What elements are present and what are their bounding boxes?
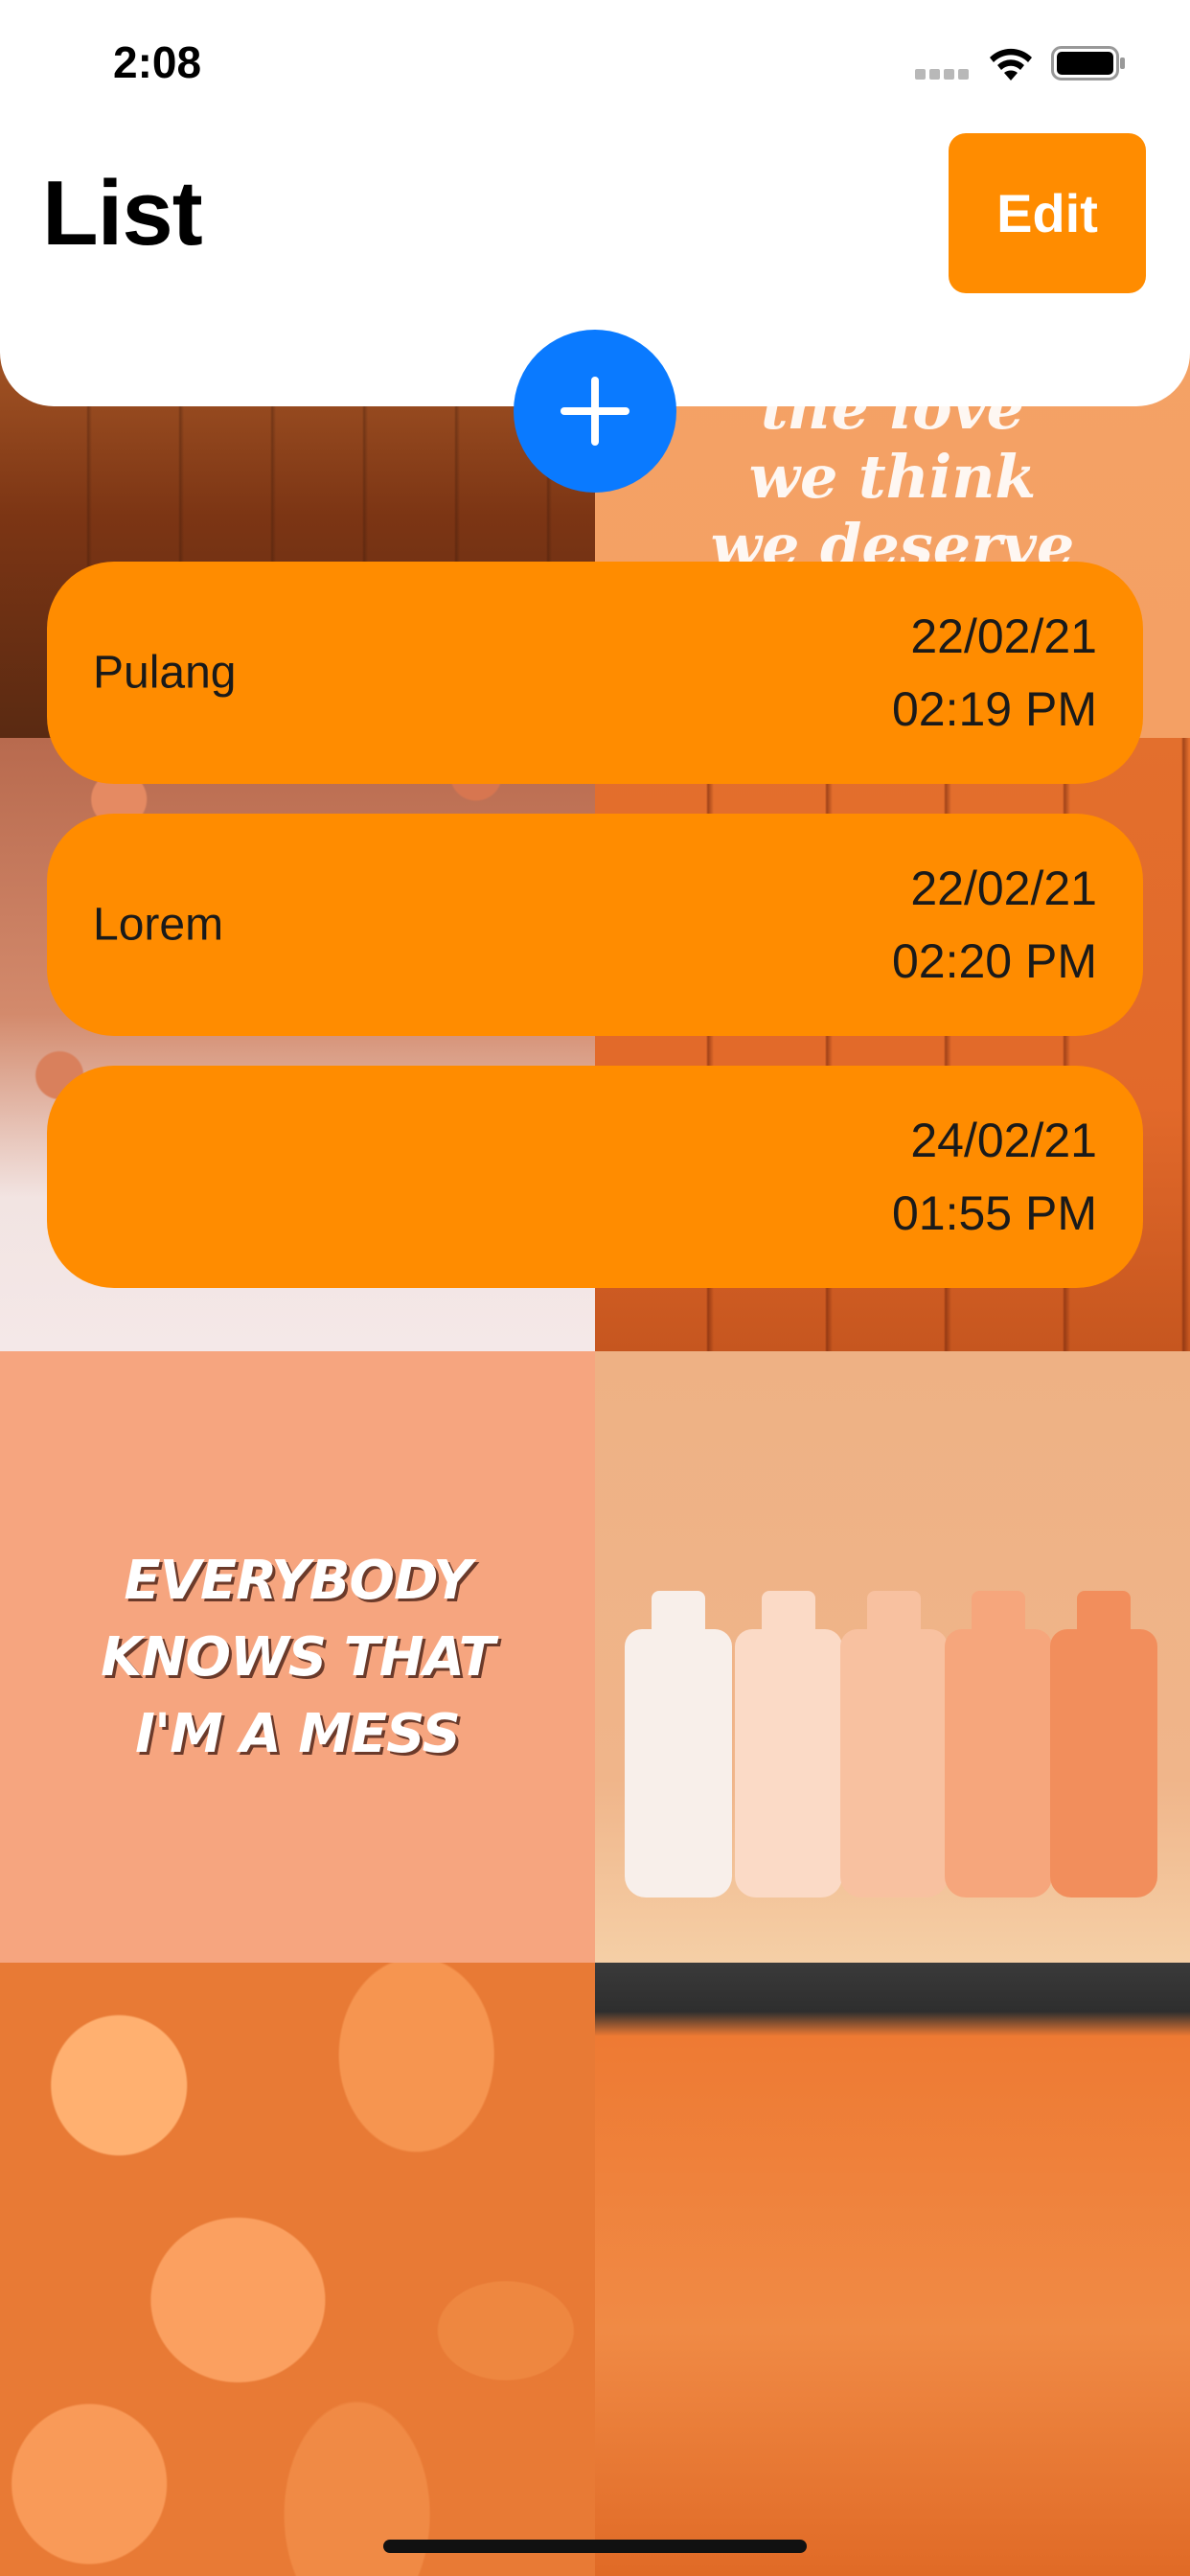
item-title: Pulang xyxy=(93,647,237,699)
oranges-photo xyxy=(0,1963,595,2576)
item-date: 22/02/21 xyxy=(910,610,1097,663)
wifi-icon xyxy=(990,48,1032,80)
item-time: 02:19 PM xyxy=(891,682,1097,736)
plus-icon xyxy=(561,377,629,446)
edit-button[interactable]: Edit xyxy=(949,133,1146,293)
list-item[interactable]: 24/02/21 01:55 PM xyxy=(47,1066,1143,1288)
bottle-image xyxy=(840,1591,948,1898)
item-date: 22/02/21 xyxy=(910,862,1097,915)
add-item-button[interactable] xyxy=(514,330,676,493)
bottle-image xyxy=(625,1591,732,1898)
item-datetime: 24/02/21 01:55 PM xyxy=(892,1104,1097,1250)
signal-icon xyxy=(915,69,973,80)
bottle-image xyxy=(945,1591,1052,1898)
list-item[interactable]: Lorem 22/02/21 02:20 PM xyxy=(47,814,1143,1036)
item-datetime: 22/02/21 02:19 PM xyxy=(892,600,1097,746)
item-title: Lorem xyxy=(93,899,224,951)
list-item[interactable]: Pulang 22/02/21 02:19 PM xyxy=(47,562,1143,784)
home-indicator[interactable] xyxy=(383,2540,807,2553)
bottle-image xyxy=(1050,1591,1157,1898)
quote-middle-text: EVERYBODY KNOWS THAT I'M A MESS xyxy=(101,1550,495,1765)
status-time: 2:08 xyxy=(113,37,202,87)
van-photo xyxy=(595,1963,1190,2576)
battery-icon xyxy=(1051,46,1125,80)
bottle-image xyxy=(735,1591,842,1898)
page-title: List xyxy=(42,162,203,264)
item-time: 01:55 PM xyxy=(891,1186,1097,1240)
item-date: 24/02/21 xyxy=(910,1114,1097,1167)
item-datetime: 22/02/21 02:20 PM xyxy=(892,852,1097,998)
status-icons xyxy=(915,42,1135,84)
item-time: 02:20 PM xyxy=(891,934,1097,988)
